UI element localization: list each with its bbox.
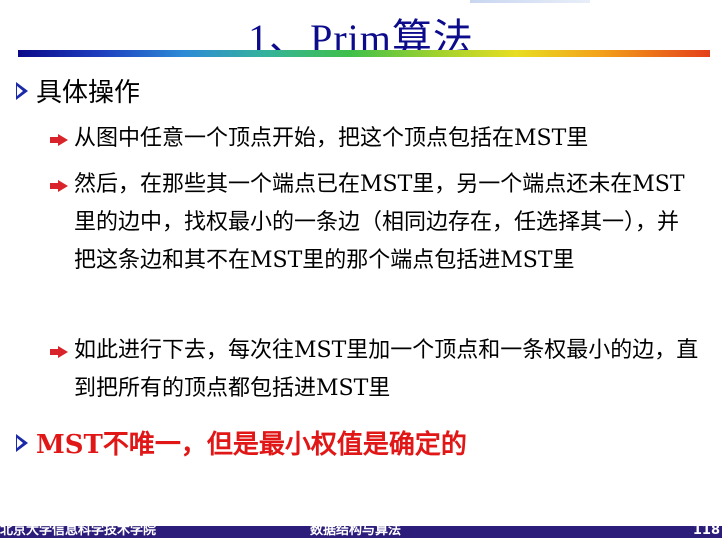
triangle-bullet-icon [16,81,28,100]
sub-bullet-3: 如此进行下去，每次往MST里加一个顶点和一条权最小的边，直到把所有的顶点都包括进… [50,332,700,408]
title-decoration [470,0,590,3]
sub-bullet-1: 从图中任意一个顶点开始，把这个顶点包括在MST里 [50,120,700,158]
bullet-2: MST不唯一，但是最小权值是确定的 [16,424,467,461]
red-arrow-bullet-icon [50,134,68,146]
red-arrow-bullet-icon [50,180,68,192]
sub-bullet-2: 然后，在那些其一个端点已在MST里，另一个端点还未在MST里的边中，找权最小的一… [50,166,700,280]
sub-bullet-3-text: 如此进行下去，每次往MST里加一个顶点和一条权最小的边，直到把所有的顶点都包括进… [74,338,699,401]
sub-bullet-2-text: 然后，在那些其一个端点已在MST里，另一个端点还未在MST里的边中，找权最小的一… [74,172,685,273]
triangle-bullet-icon [16,433,28,452]
footer-course: 数据结构与算法 [310,526,402,538]
slide-footer: 北京大学信息科学技术学院 数据结构与算法 118 [0,526,722,538]
bullet-1-text: 具体操作 [36,78,141,108]
footer-page-number: 118 [692,526,720,538]
bullet-1: 具体操作 [16,72,140,109]
footer-school: 北京大学信息科学技术学院 [0,526,157,538]
bullet-2-text: MST不唯一，但是最小权值是确定的 [36,430,467,460]
red-arrow-bullet-icon [50,346,68,358]
title-underline-gradient [18,50,710,57]
sub-bullet-1-text: 从图中任意一个顶点开始，把这个顶点包括在MST里 [74,126,589,151]
